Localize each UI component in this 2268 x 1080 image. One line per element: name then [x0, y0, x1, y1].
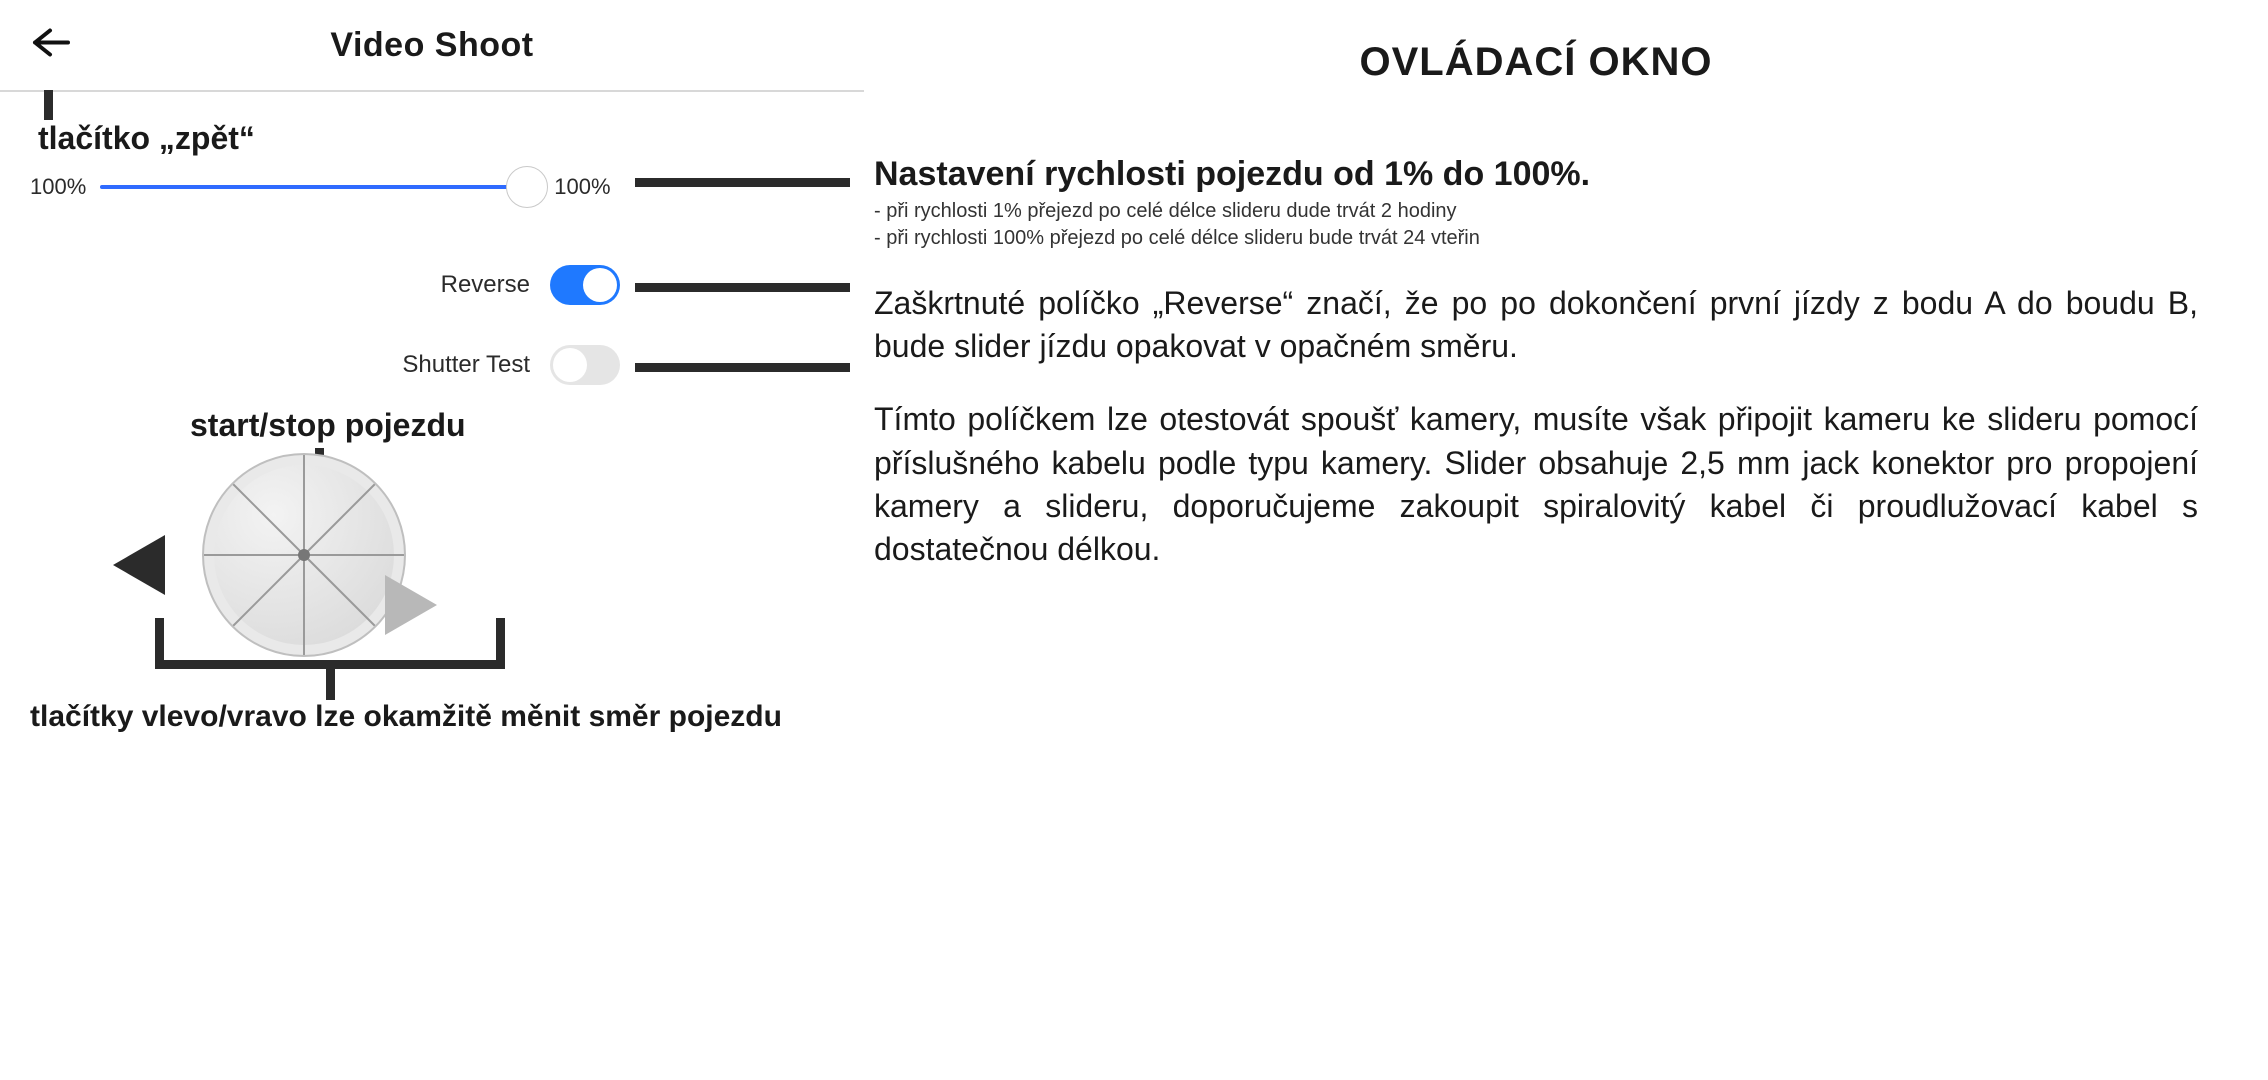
speed-heading: Nastavení rychlosti pojezdu od 1% do 100…	[874, 155, 2198, 194]
page-title: OVLÁDACÍ OKNO	[874, 40, 2198, 85]
right-panel: OVLÁDACÍ OKNO Nastavení rychlosti pojezd…	[864, 0, 2268, 1080]
reverse-toggle[interactable]	[550, 265, 620, 305]
reverse-paragraph: Zaškrtnuté políčko „Reverse“ značí, že p…	[874, 282, 2198, 368]
slider-value-label: 100%	[554, 174, 610, 200]
callout-line	[635, 178, 850, 187]
app-header: Video Shoot	[0, 0, 864, 92]
annotation-start: start/stop pojezdu	[190, 407, 466, 444]
callout-line	[635, 283, 850, 292]
app-title: Video Shoot	[330, 26, 533, 65]
speed-note-2: - při rychlosti 100% přejezd po celé dél…	[874, 225, 2198, 252]
annotation-bottom: tlačítky vlevo/vravo lze okamžitě měnit …	[30, 700, 782, 734]
shutter-paragraph: Tímto políčkem lze otestovát spoušť kame…	[874, 398, 2198, 571]
callout-line	[635, 363, 850, 372]
back-icon[interactable]	[30, 28, 70, 63]
slider-thumb[interactable]	[506, 166, 548, 208]
callout-line	[44, 90, 53, 120]
left-panel: Video Shoot tlačítko „zpět“ 100% 100% Re…	[0, 0, 864, 1080]
shutter-label: Shutter Test	[402, 351, 530, 379]
speed-slider-row: 100% 100%	[30, 162, 611, 212]
shutter-row: Shutter Test	[0, 345, 620, 385]
reverse-row: Reverse	[0, 265, 620, 305]
slider-min-label: 100%	[30, 174, 86, 200]
speed-slider[interactable]	[100, 185, 530, 189]
annotation-back: tlačítko „zpět“	[38, 120, 255, 157]
reverse-label: Reverse	[441, 271, 530, 299]
callout-line	[326, 660, 335, 700]
control-pad	[105, 450, 505, 660]
speed-note-1: - při rychlosti 1% přejezd po celé délce…	[874, 198, 2198, 225]
shutter-toggle[interactable]	[550, 345, 620, 385]
